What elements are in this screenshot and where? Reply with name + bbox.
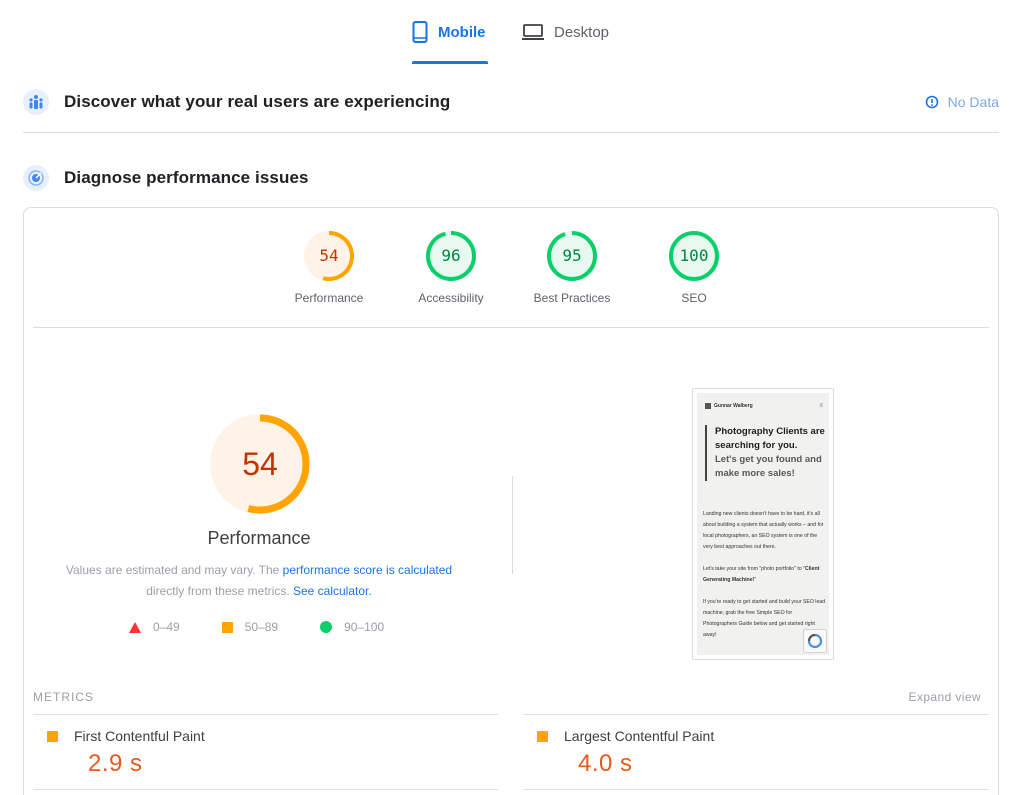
- legend-fail: 0–49: [129, 620, 180, 634]
- performance-big-gauge: 54: [210, 414, 310, 514]
- preview-hero-subheading: Let's get you found and make more sales!: [715, 454, 822, 479]
- metrics-heading: METRICS: [33, 690, 94, 704]
- note-middle: directly from these metrics.: [146, 584, 293, 598]
- page-screenshot-preview[interactable]: Gunnar Walberg ≡ Photography Clients are…: [692, 388, 834, 660]
- category-scores: 54 Performance 96 Accessibility 95 Best …: [24, 230, 1000, 320]
- recaptcha-badge-icon: [803, 629, 827, 653]
- vertical-separator: [512, 476, 513, 574]
- metric-lcp: Largest Contentful Paint 4.0 s: [537, 728, 714, 778]
- metric-name: Largest Contentful Paint: [564, 728, 715, 744]
- legend-average: 50–89: [221, 620, 279, 634]
- preview-paragraph-prefix: Let's take your site from "photo portfol…: [703, 566, 805, 572]
- preview-paragraph-suffix: ": [754, 577, 757, 583]
- legend-fail-range: 0–49: [153, 620, 180, 634]
- score-gauge-best-practices[interactable]: 95 Best Practices: [517, 230, 627, 305]
- no-data-status: No Data: [925, 94, 999, 110]
- gauge-value: 54: [319, 246, 338, 265]
- real-users-title: Discover what your real users are experi…: [64, 92, 451, 111]
- metric-head: Largest Contentful Paint: [537, 728, 714, 744]
- tab-desktop-label: Desktop: [554, 23, 610, 41]
- see-calculator-link[interactable]: See calculator.: [293, 584, 372, 598]
- metric-name: First Contentful Paint: [74, 728, 205, 744]
- average-square-icon: [47, 730, 58, 742]
- section-divider: [23, 132, 999, 133]
- legend-average-range: 50–89: [244, 620, 279, 634]
- big-gauge-value: 54: [242, 446, 278, 482]
- preview-hero: Photography Clients are searching for yo…: [705, 425, 825, 481]
- metric-value: 4.0 s: [578, 750, 633, 777]
- score-legend: 0–49 50–89 90–100: [129, 620, 384, 634]
- square-icon: [221, 621, 233, 633]
- users-icon: [23, 89, 49, 115]
- triangle-icon: [129, 621, 141, 633]
- gauge-label: Performance: [294, 291, 364, 305]
- gauge-value: 96: [441, 246, 460, 265]
- metrics-divider: [523, 714, 989, 715]
- gauge-value: 100: [680, 246, 709, 265]
- average-square-icon: [537, 730, 548, 742]
- metrics-divider: [33, 714, 498, 715]
- report-card: 54 Performance 96 Accessibility 95 Best …: [23, 207, 999, 795]
- gauge-ring: 96: [426, 231, 476, 281]
- gauge-value: 95: [562, 246, 581, 265]
- real-users-section: Discover what your real users are experi…: [23, 89, 999, 115]
- preview-header: Gunnar Walberg ≡: [705, 403, 823, 409]
- gauge-ring: 100: [669, 231, 719, 281]
- metrics-divider: [523, 789, 989, 790]
- tab-desktop[interactable]: Desktop: [522, 0, 622, 64]
- info-icon: [925, 95, 938, 109]
- circle-icon: [320, 621, 333, 633]
- no-data-label: No Data: [947, 94, 999, 110]
- preview-site-name: Gunnar Walberg: [714, 403, 753, 409]
- metrics-divider: [33, 789, 498, 790]
- preview-page: Gunnar Walberg ≡ Photography Clients are…: [697, 393, 829, 655]
- phone-icon: [412, 21, 428, 43]
- metric-fcp: First Contentful Paint 2.9 s: [47, 728, 205, 778]
- score-calculated-link[interactable]: performance score is calculated: [283, 563, 452, 577]
- performance-title: Performance: [207, 528, 311, 548]
- score-gauge-seo[interactable]: 100 SEO: [639, 230, 749, 305]
- preview-paragraph: Landing new clients doesn't have to be h…: [703, 511, 824, 550]
- performance-note: Values are estimated and may vary. The p…: [24, 560, 494, 602]
- note-prefix: Values are estimated and may vary. The: [65, 563, 283, 577]
- score-gauge-performance[interactable]: 54 Performance: [274, 230, 384, 305]
- legend-pass-range: 90–100: [344, 620, 385, 634]
- diagnose-icon: [23, 165, 49, 191]
- preview-paragraph: Let's take your site from "photo portfol…: [703, 564, 827, 586]
- laptop-icon: [522, 24, 544, 40]
- tab-mobile[interactable]: Mobile: [412, 0, 488, 64]
- device-tabs: Mobile Desktop: [0, 0, 1024, 66]
- diagnose-section: Diagnose performance issues: [23, 165, 999, 191]
- hamburger-menu-icon: ≡: [819, 403, 823, 409]
- site-logo-icon: [705, 403, 711, 409]
- preview-hero-heading: Photography Clients are searching for yo…: [715, 426, 825, 451]
- active-tab-indicator: [412, 61, 488, 64]
- diagnose-title: Diagnose performance issues: [64, 168, 309, 187]
- gauge-label: SEO: [681, 291, 707, 305]
- score-gauge-accessibility[interactable]: 96 Accessibility: [396, 230, 506, 305]
- gauge-ring: 95: [547, 231, 597, 281]
- metric-head: First Contentful Paint: [47, 728, 205, 744]
- tab-mobile-label: Mobile: [438, 23, 486, 41]
- legend-pass: 90–100: [320, 620, 384, 634]
- gauge-label: Accessibility: [418, 291, 484, 305]
- gauge-ring: 54: [304, 231, 354, 281]
- scores-divider: [33, 327, 989, 328]
- gauge-label: Best Practices: [533, 291, 611, 305]
- metric-value: 2.9 s: [88, 750, 143, 777]
- expand-view-toggle[interactable]: Expand view: [909, 690, 981, 704]
